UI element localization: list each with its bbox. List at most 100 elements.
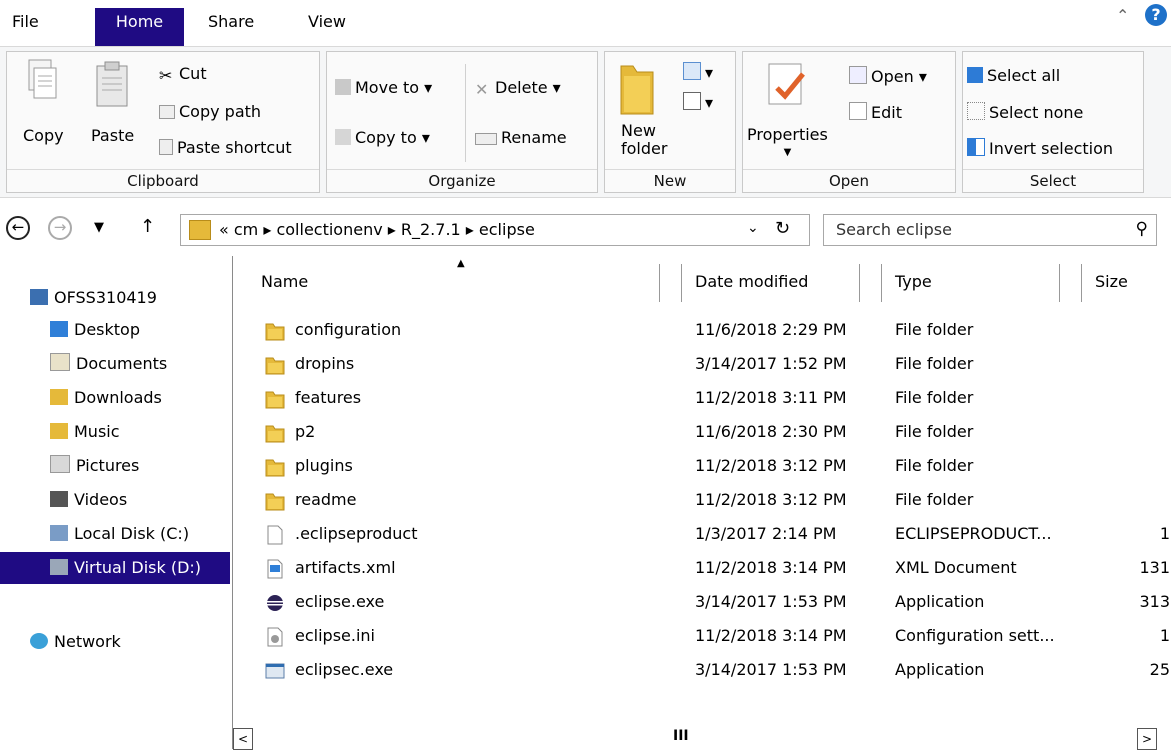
- nav-item-music[interactable]: Music: [0, 416, 230, 448]
- address-bar[interactable]: « cm ▸ collectionenv ▸ R_2.7.1 ▸ eclipse…: [180, 214, 810, 246]
- nav-item-videos[interactable]: Videos: [0, 484, 230, 516]
- table-row[interactable]: features 11/2/2018 3:11 PM File folder: [233, 382, 1171, 416]
- search-icon[interactable]: ⚲: [1136, 219, 1148, 239]
- nav-item-desktop[interactable]: Desktop: [0, 314, 230, 346]
- computer-icon: [30, 289, 48, 305]
- properties-button[interactable]: Properties ▼: [747, 126, 828, 162]
- column-header-size[interactable]: Size: [1095, 272, 1128, 291]
- open-group: Properties ▼ Open ▾ Edit Open: [742, 51, 956, 193]
- ribbon-tab-bar: File Home Share View ⌃ ?: [0, 0, 1171, 46]
- rename-button[interactable]: Rename: [475, 128, 567, 147]
- type-cell: Configuration sett...: [895, 626, 1055, 645]
- file-name-cell: eclipse.ini: [295, 626, 375, 645]
- column-header-date[interactable]: Date modified: [695, 272, 808, 291]
- type-cell: File folder: [895, 456, 974, 475]
- organize-group-label: Organize: [327, 169, 597, 192]
- tab-home[interactable]: Home: [95, 8, 184, 46]
- invert-selection-icon: [967, 138, 985, 156]
- new-group-label: New: [605, 169, 735, 192]
- edit-button[interactable]: Edit: [849, 102, 902, 122]
- tab-file[interactable]: File: [4, 8, 47, 36]
- move-to-icon: [335, 79, 351, 95]
- table-row[interactable]: readme 11/2/2018 3:12 PM File folder: [233, 484, 1171, 518]
- column-header-type[interactable]: Type: [895, 272, 932, 291]
- column-divider[interactable]: [1059, 264, 1060, 302]
- back-button[interactable]: ←: [6, 216, 30, 240]
- organize-divider: [465, 64, 466, 162]
- paste-shortcut-label: Paste shortcut: [177, 138, 292, 157]
- forward-button[interactable]: →: [48, 216, 72, 240]
- paste-shortcut-button[interactable]: Paste shortcut: [159, 138, 292, 157]
- address-dropdown-icon[interactable]: ⌄: [747, 220, 759, 236]
- copy-path-button[interactable]: Copy path: [159, 102, 261, 121]
- new-folder-line2: folder: [621, 139, 668, 158]
- search-box[interactable]: Search eclipse ⚲: [823, 214, 1157, 246]
- recent-locations-button[interactable]: ▼: [94, 220, 104, 235]
- breadcrumb[interactable]: « cm ▸ collectionenv ▸ R_2.7.1 ▸ eclipse: [219, 220, 535, 239]
- horizontal-scrollbar[interactable]: < III >: [233, 728, 1171, 750]
- scroll-right-icon[interactable]: >: [1137, 728, 1157, 750]
- column-header-name[interactable]: Name: [261, 272, 308, 291]
- scroll-left-icon[interactable]: <: [233, 728, 253, 750]
- nav-item-downloads[interactable]: Downloads: [0, 382, 230, 414]
- type-cell: File folder: [895, 354, 974, 373]
- up-button[interactable]: ↑: [140, 216, 155, 237]
- delete-button[interactable]: ✕ Delete ▾: [475, 78, 561, 99]
- column-divider[interactable]: [859, 264, 860, 302]
- nav-item-pictures[interactable]: Pictures: [0, 450, 230, 482]
- table-row[interactable]: eclipse.exe 3/14/2017 1:53 PM Application 3…: [233, 586, 1171, 620]
- folder-icon: [189, 220, 211, 240]
- file-name-cell: features: [295, 388, 362, 407]
- tab-share[interactable]: Share: [200, 8, 262, 36]
- type-cell: File folder: [895, 320, 974, 339]
- paste-button[interactable]: Paste: [91, 126, 134, 145]
- file-list: Name ▲ Date modified Type Size configura…: [232, 256, 1171, 750]
- nav-item-virtual-disk-d[interactable]: Virtual Disk (D:): [0, 552, 230, 584]
- nav-item-computer[interactable]: OFSS310419: [30, 282, 230, 314]
- new-item-button[interactable]: ▾: [683, 62, 713, 82]
- nav-item-label: Music: [74, 422, 120, 441]
- date-modified-cell: 11/6/2018 2:30 PM: [695, 422, 847, 441]
- open-button[interactable]: Open ▾: [849, 66, 927, 86]
- table-row[interactable]: dropins 3/14/2017 1:52 PM File folder: [233, 348, 1171, 382]
- open-group-label: Open: [743, 169, 955, 192]
- move-to-button[interactable]: Move to ▾: [335, 78, 432, 97]
- cut-button[interactable]: ✂ Cut: [159, 64, 207, 85]
- table-row[interactable]: artifacts.xml 11/2/2018 3:14 PM XML Docume…: [233, 552, 1171, 586]
- size-cell: 131: [1139, 558, 1170, 577]
- column-divider[interactable]: [659, 264, 660, 302]
- navigation-bar: ← → ▼ ↑ « cm ▸ collectionenv ▸ R_2.7.1 ▸…: [0, 206, 1171, 254]
- delete-x-icon: ✕: [475, 80, 489, 99]
- table-row[interactable]: eclipsec.exe 3/14/2017 1:53 PM Application…: [233, 654, 1171, 688]
- table-row[interactable]: plugins 11/2/2018 3:12 PM File folder: [233, 450, 1171, 484]
- column-divider[interactable]: [681, 264, 682, 302]
- refresh-icon[interactable]: ↻: [775, 218, 790, 239]
- table-row[interactable]: configuration 11/6/2018 2:29 PM File folde…: [233, 314, 1171, 348]
- select-none-button[interactable]: Select none: [967, 102, 1083, 122]
- table-row[interactable]: .eclipseproduct 1/3/2017 2:14 PM ECLIPSEPR…: [233, 518, 1171, 552]
- copy-button[interactable]: Copy: [23, 126, 64, 145]
- nav-item-documents[interactable]: Documents: [0, 348, 230, 380]
- properties-dropdown-icon: ▼: [783, 147, 792, 158]
- nav-item-network[interactable]: Network: [30, 626, 230, 658]
- column-divider[interactable]: [881, 264, 882, 302]
- easy-access-button[interactable]: ▾: [683, 92, 713, 112]
- table-row[interactable]: eclipse.ini 11/2/2018 3:14 PM Configuratio…: [233, 620, 1171, 654]
- select-all-button[interactable]: Select all: [967, 66, 1060, 85]
- nav-item-local-disk-c[interactable]: Local Disk (C:): [0, 518, 230, 550]
- copy-to-button[interactable]: Copy to ▾: [335, 128, 430, 147]
- folder-icon: [265, 423, 285, 443]
- paste-icon: [95, 60, 131, 114]
- ribbon: Copy Paste ✂ Cut Copy path Paste shortcut…: [0, 46, 1171, 198]
- type-cell: Application: [895, 660, 985, 679]
- search-input[interactable]: Search eclipse: [836, 220, 952, 239]
- eclipse-app-icon: [265, 593, 285, 613]
- column-divider[interactable]: [1081, 264, 1082, 302]
- table-row[interactable]: p2 11/6/2018 2:30 PM File folder: [233, 416, 1171, 450]
- chevron-up-icon[interactable]: ⌃: [1116, 6, 1129, 25]
- new-folder-button[interactable]: New folder: [621, 122, 667, 158]
- invert-selection-button[interactable]: Invert selection: [967, 138, 1113, 158]
- help-icon[interactable]: ?: [1145, 4, 1167, 26]
- tab-view[interactable]: View: [300, 8, 354, 36]
- scroll-thumb[interactable]: III: [673, 728, 689, 744]
